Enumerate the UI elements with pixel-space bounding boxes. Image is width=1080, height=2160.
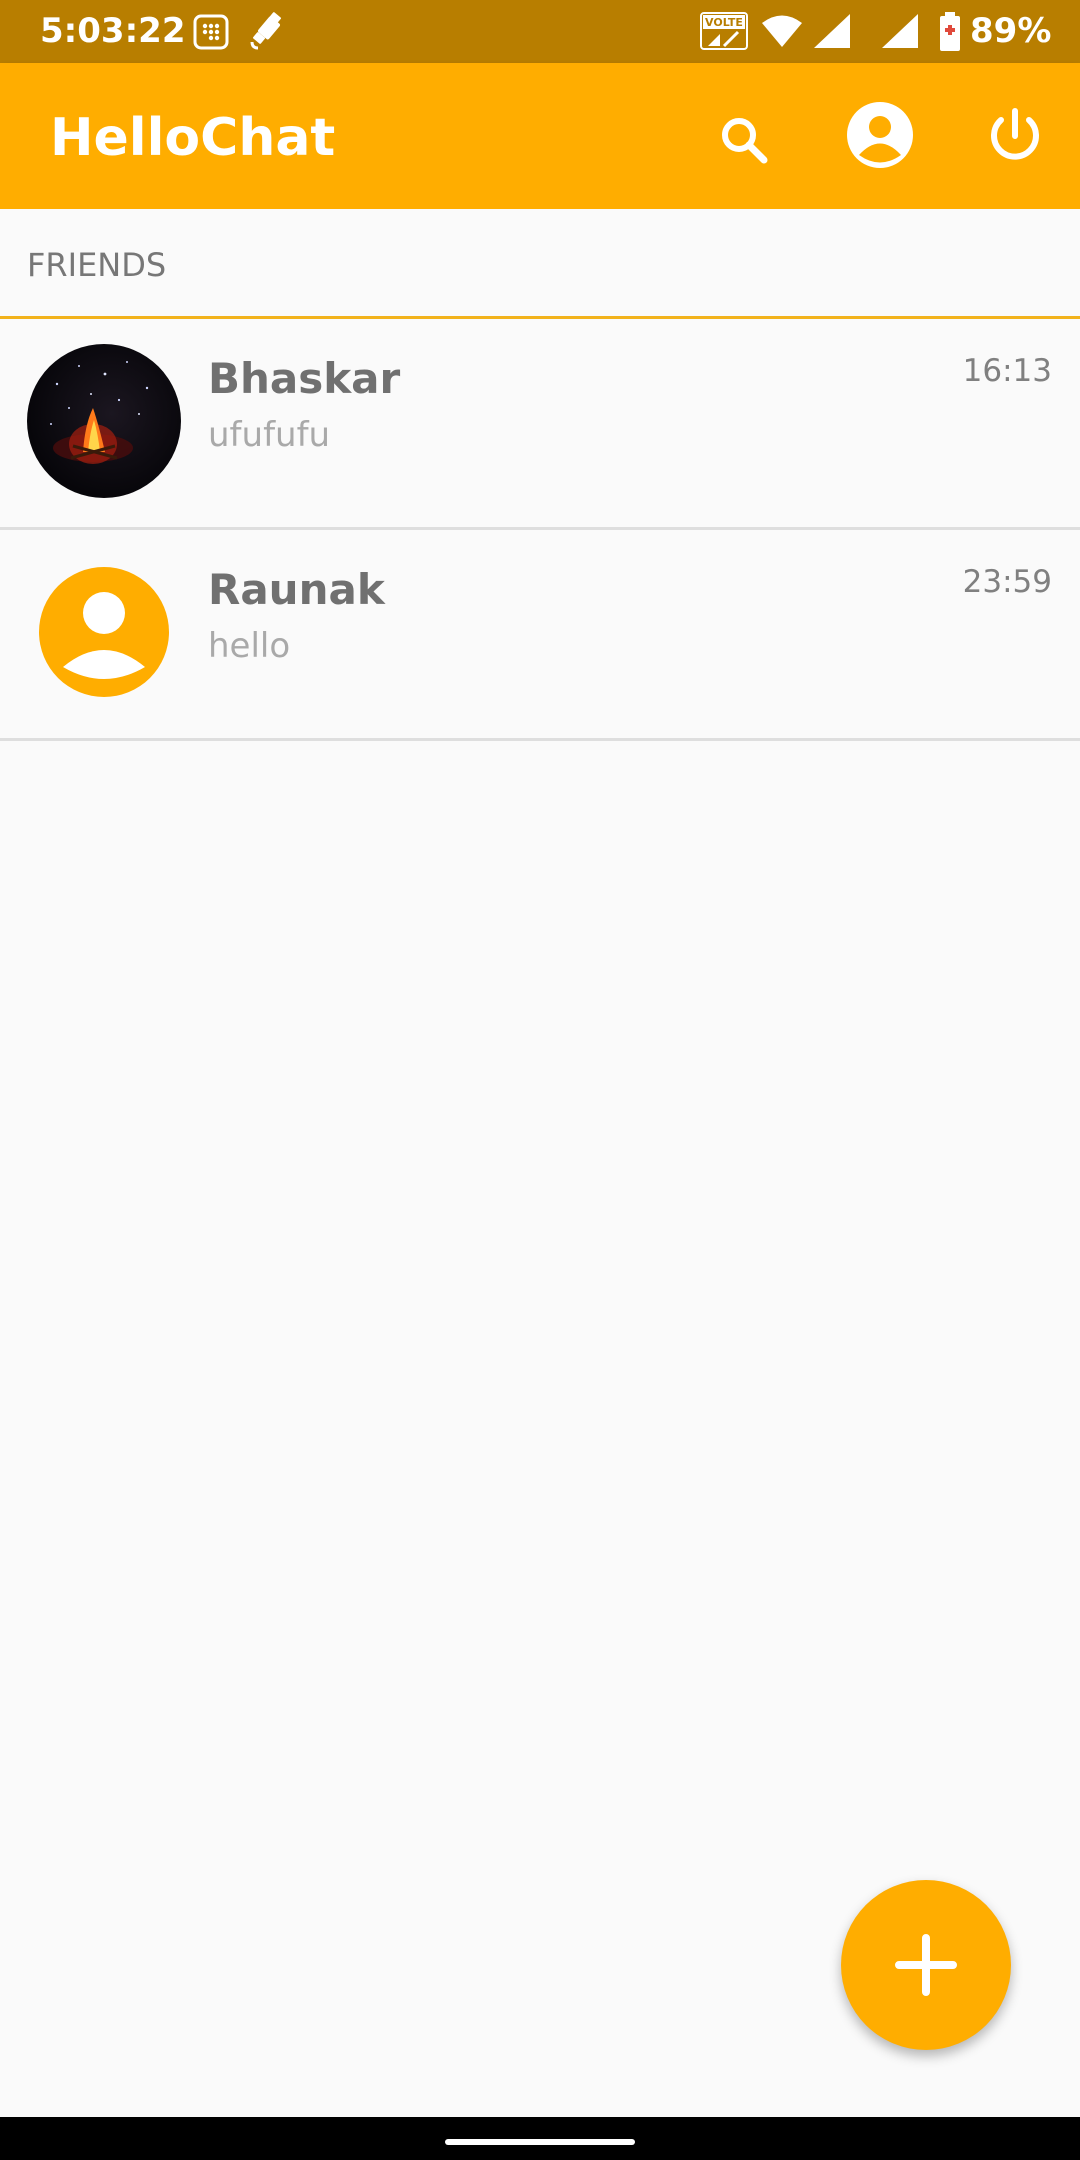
friend-name: Bhaskar (208, 354, 401, 403)
search-icon (722, 118, 768, 164)
last-message: hello (208, 626, 291, 666)
battery-icon (940, 12, 960, 51)
campfire-photo-icon (50, 361, 149, 464)
wifi-icon (762, 15, 802, 47)
logout-button[interactable] (982, 103, 1048, 169)
home-gesture-handle[interactable] (445, 2139, 635, 2145)
satellite-icon (250, 12, 281, 50)
profile-button[interactable] (845, 100, 915, 170)
friend-name: Raunak (208, 565, 385, 614)
signal-icon (814, 14, 850, 48)
calendar-notification-icon (193, 14, 229, 50)
tab-label: FRIENDS (27, 246, 167, 284)
battery-percent: 89% (970, 11, 1052, 51)
message-time: 23:59 (962, 564, 1052, 600)
app-title: HelloChat (50, 108, 336, 168)
system-nav-bar (0, 2117, 1080, 2160)
message-time: 16:13 (962, 353, 1052, 389)
avatar (27, 555, 181, 709)
plus-icon (895, 1934, 957, 1996)
volte-icon: VOLTE (700, 12, 748, 50)
volte-label: VOLTE (705, 16, 743, 29)
friend-list: Bhaskar ufufufu 16:13 Raunak hello 23:59 (0, 319, 1080, 741)
search-button[interactable] (712, 108, 778, 174)
account-circle-icon (847, 102, 913, 168)
avatar (27, 344, 181, 498)
signal-icon-2 (882, 14, 918, 48)
add-friend-button[interactable] (841, 1880, 1011, 2050)
list-item[interactable]: Raunak hello 23:59 (0, 530, 1080, 741)
power-icon (991, 108, 1039, 160)
list-item[interactable]: Bhaskar ufufufu 16:13 (0, 319, 1080, 530)
last-message: ufufufu (208, 415, 331, 455)
app-bar: HelloChat (0, 63, 1080, 209)
status-time: 5:03:22 (40, 11, 186, 51)
tab-friends[interactable]: FRIENDS (0, 209, 1080, 319)
status-bar: 5:03:22 VOLTE 89% (0, 0, 1080, 63)
default-avatar-icon (39, 567, 169, 697)
